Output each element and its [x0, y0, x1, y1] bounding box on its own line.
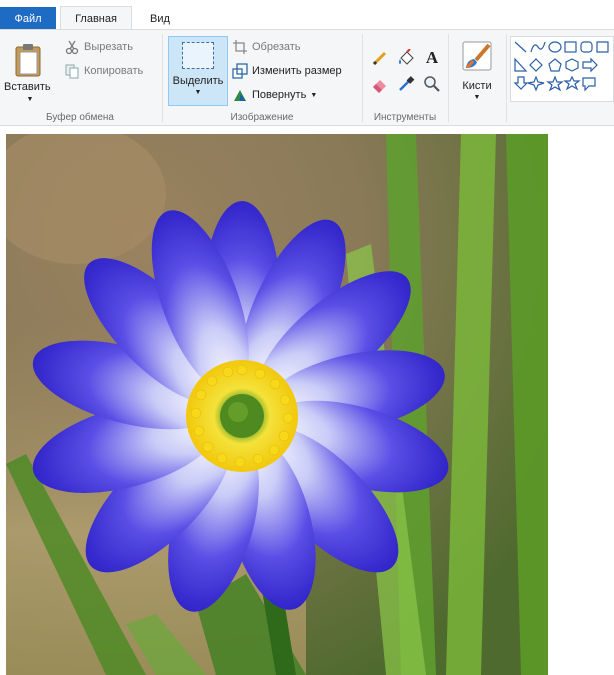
- paint-bucket-icon: [399, 49, 414, 65]
- magnifier-tool[interactable]: [422, 74, 442, 94]
- text-icon: A: [425, 48, 439, 67]
- crop-button[interactable]: Обрезать: [232, 39, 301, 55]
- tab-file[interactable]: Файл: [0, 7, 56, 30]
- paste-dropdown-arrow: ▼: [26, 96, 34, 103]
- group-divider: [448, 34, 449, 122]
- shapes-gallery[interactable]: [510, 36, 614, 102]
- eraser-tool[interactable]: [370, 74, 390, 94]
- brush-icon: [462, 41, 492, 71]
- image-canvas[interactable]: [6, 134, 548, 675]
- tools-group-label: Инструменты: [373, 112, 437, 123]
- rotate-button[interactable]: Повернуть ▼: [232, 87, 317, 103]
- clipboard-group-label: Буфер обмена: [46, 112, 114, 123]
- cut-button[interactable]: Вырезать: [64, 39, 133, 55]
- image-group-label: Изображение: [230, 112, 294, 123]
- group-divider: [362, 34, 363, 122]
- group-divider: [162, 34, 163, 122]
- resize-label: Изменить размер: [252, 65, 342, 77]
- crop-icon: [233, 40, 247, 54]
- ribbon-tab-bar: Файл Главная Вид: [0, 0, 614, 30]
- tab-view[interactable]: Вид: [140, 7, 180, 30]
- paste-button[interactable]: Вставить ▼: [4, 34, 56, 106]
- shapes-icons: [513, 41, 609, 92]
- text-tool[interactable]: A: [422, 48, 442, 68]
- eraser-icon: [373, 80, 386, 93]
- paste-label: Вставить: [4, 81, 51, 93]
- clipboard-icon: [15, 44, 41, 77]
- brushes-button[interactable]: Кисти ▼: [454, 36, 500, 106]
- copy-button[interactable]: Копировать: [64, 63, 143, 79]
- brushes-label: Кисти: [462, 80, 492, 92]
- cut-label: Вырезать: [84, 41, 133, 53]
- ribbon: Вставить ▼ Вырезать Копировать Буфер обм…: [0, 29, 614, 126]
- select-button[interactable]: Выделить ▼: [168, 36, 228, 106]
- group-divider: [506, 34, 507, 122]
- color-picker-tool[interactable]: [396, 74, 416, 94]
- magnifier-icon: [424, 76, 440, 92]
- select-rectangle-icon: [182, 42, 214, 69]
- select-label: Выделить: [172, 75, 224, 87]
- resize-icon: [232, 63, 248, 79]
- canvas-workspace[interactable]: [0, 126, 614, 675]
- flower-photo: [6, 134, 548, 675]
- fill-tool[interactable]: [396, 48, 416, 68]
- tab-home[interactable]: Главная: [60, 6, 132, 30]
- scissors-icon: [65, 40, 79, 55]
- copy-label: Копировать: [84, 65, 144, 77]
- rotate-dropdown-arrow: ▼: [310, 91, 318, 99]
- copy-icon: [65, 64, 79, 79]
- pencil-tool[interactable]: [370, 48, 390, 68]
- select-dropdown-arrow[interactable]: ▼: [169, 89, 227, 96]
- pencil-icon: [372, 51, 387, 66]
- crop-label: Обрезать: [252, 41, 301, 53]
- brushes-dropdown-arrow: ▼: [473, 94, 481, 101]
- rotate-icon: [234, 90, 246, 101]
- eyedropper-icon: [399, 76, 415, 91]
- resize-button[interactable]: Изменить размер: [232, 63, 342, 79]
- rotate-label: Повернуть: [252, 89, 307, 101]
